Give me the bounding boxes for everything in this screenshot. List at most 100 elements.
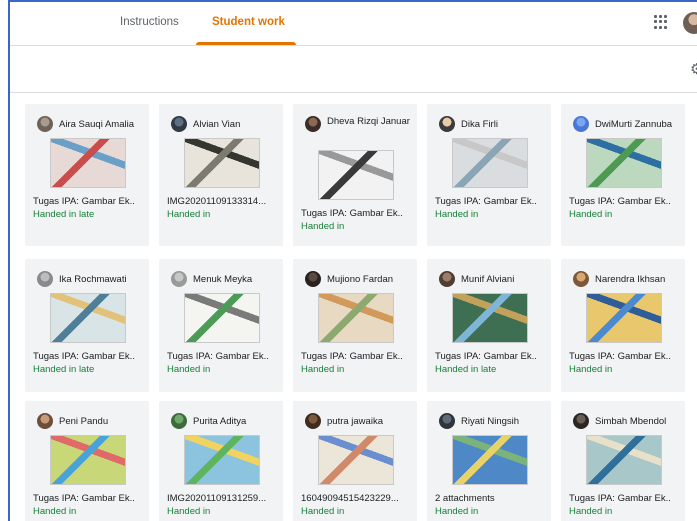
- student-name: Mujiono Fardan: [327, 274, 394, 285]
- student-card[interactable]: Aira Sauqi Amalia Tugas IPA: Gambar Ek.. H…: [25, 104, 149, 246]
- student-name: Simbah Mbendol: [595, 416, 667, 427]
- attachment-file-name[interactable]: 16049094515423229...: [301, 493, 413, 504]
- student-card[interactable]: DwiMurti Zannuba Tugas IPA: Gambar Ek.. Ha…: [561, 104, 685, 246]
- attachment-thumbnail[interactable]: [586, 138, 662, 188]
- student-avatar: [171, 413, 187, 429]
- student-avatar: [305, 413, 321, 429]
- student-name: Menuk Meyka: [193, 274, 253, 285]
- student-card[interactable]: Dheva Rizqi Januar Tugas IPA: Gambar Ek..…: [293, 104, 417, 246]
- student-name: Riyati Ningsih: [461, 416, 520, 427]
- attachment-thumbnail[interactable]: [318, 293, 394, 343]
- student-avatar: [37, 116, 53, 132]
- student-avatar: [439, 116, 455, 132]
- submission-status: Handed in: [167, 209, 211, 220]
- student-name: Purita Aditya: [193, 416, 247, 427]
- student-avatar: [37, 271, 53, 287]
- submission-status: Handed in late: [33, 364, 95, 375]
- student-avatar: [439, 271, 455, 287]
- account-avatar[interactable]: [683, 12, 697, 34]
- student-avatar: [37, 413, 53, 429]
- attachment-thumbnail[interactable]: [184, 435, 260, 485]
- submission-status: Handed in: [569, 506, 613, 517]
- submission-status: Handed in late: [33, 209, 95, 220]
- attachment-thumbnail[interactable]: [586, 435, 662, 485]
- attachment-thumbnail[interactable]: [452, 293, 528, 343]
- student-card[interactable]: Dika Firli Tugas IPA: Gambar Ek.. Handed i…: [427, 104, 551, 246]
- attachment-file-name[interactable]: IMG20201109133314...: [167, 196, 279, 207]
- submission-status: Handed in: [301, 364, 345, 375]
- submission-status: Handed in late: [435, 364, 497, 375]
- student-card[interactable]: Simbah Mbendol Tugas IPA: Gambar Ek.. Hand…: [561, 401, 685, 521]
- attachment-file-name[interactable]: Tugas IPA: Gambar Ek..: [33, 196, 145, 207]
- attachment-thumbnail[interactable]: [50, 138, 126, 188]
- gear-icon[interactable]: ⚙: [690, 60, 697, 78]
- attachment-thumbnail[interactable]: [184, 293, 260, 343]
- student-avatar: [573, 413, 589, 429]
- attachment-thumbnail[interactable]: [586, 293, 662, 343]
- student-card[interactable]: Munif Alviani Tugas IPA: Gambar Ek.. Hande…: [427, 259, 551, 392]
- submission-status: Handed in: [435, 506, 479, 517]
- student-avatar: [171, 116, 187, 132]
- classroom-window: Instructions Student work ⚙ Aira Sauqi A…: [8, 0, 697, 521]
- student-name: Alvian Vian: [193, 119, 241, 130]
- attachment-thumbnail[interactable]: [50, 435, 126, 485]
- attachment-file-name[interactable]: Tugas IPA: Gambar Ek..: [435, 351, 547, 362]
- attachment-file-name[interactable]: Tugas IPA: Gambar Ek..: [33, 351, 145, 362]
- active-tab-indicator: [196, 42, 296, 45]
- attachment-file-name[interactable]: Tugas IPA: Gambar Ek..: [569, 493, 681, 504]
- student-name: Aira Sauqi Amalia: [59, 119, 134, 130]
- student-name: Peni Pandu: [59, 416, 109, 427]
- student-name: Ika Rochmawati: [59, 274, 127, 285]
- attachment-file-name[interactable]: Tugas IPA: Gambar Ek..: [569, 351, 681, 362]
- student-name: Dheva Rizqi Januar: [327, 116, 410, 127]
- attachment-thumbnail[interactable]: [452, 435, 528, 485]
- attachment-file-name[interactable]: 2 attachments: [435, 493, 547, 504]
- student-name: Munif Alviani: [461, 274, 515, 285]
- tab-instructions[interactable]: Instructions: [120, 16, 179, 28]
- student-card[interactable]: Riyati Ningsih 2 attachments Handed in: [427, 401, 551, 521]
- attachment-thumbnail[interactable]: [318, 435, 394, 485]
- student-card[interactable]: putra jawaika 16049094515423229... Handed …: [293, 401, 417, 521]
- attachment-file-name[interactable]: Tugas IPA: Gambar Ek..: [435, 196, 547, 207]
- tab-student-work[interactable]: Student work: [212, 16, 285, 28]
- student-avatar: [305, 116, 321, 132]
- student-card[interactable]: Purita Aditya IMG20201109131259... Handed …: [159, 401, 283, 521]
- submission-status: Handed in: [435, 209, 479, 220]
- submission-status: Handed in: [301, 221, 345, 232]
- student-card[interactable]: Alvian Vian IMG20201109133314... Handed in: [159, 104, 283, 246]
- attachment-file-name[interactable]: Tugas IPA: Gambar Ek..: [301, 208, 413, 219]
- student-card[interactable]: Menuk Meyka Tugas IPA: Gambar Ek.. Handed …: [159, 259, 283, 392]
- attachment-file-name[interactable]: Tugas IPA: Gambar Ek..: [301, 351, 413, 362]
- attachment-thumbnail[interactable]: [50, 293, 126, 343]
- submission-status: Handed in: [167, 506, 211, 517]
- student-name: Narendra Ikhsan: [595, 274, 666, 285]
- attachment-thumbnail[interactable]: [318, 150, 394, 200]
- student-avatar: [573, 271, 589, 287]
- student-avatar: [305, 271, 321, 287]
- submission-status: Handed in: [167, 364, 211, 375]
- student-card[interactable]: Narendra Ikhsan Tugas IPA: Gambar Ek.. Han…: [561, 259, 685, 392]
- submission-status: Handed in: [301, 506, 345, 517]
- attachment-file-name[interactable]: Tugas IPA: Gambar Ek..: [167, 351, 279, 362]
- student-avatar: [573, 116, 589, 132]
- attachment-file-name[interactable]: IMG20201109131259...: [167, 493, 279, 504]
- student-avatar: [171, 271, 187, 287]
- student-name: putra jawaika: [327, 416, 383, 427]
- attachment-file-name[interactable]: Tugas IPA: Gambar Ek..: [33, 493, 145, 504]
- toolbar: ⚙: [10, 47, 697, 93]
- attachment-thumbnail[interactable]: [184, 138, 260, 188]
- student-card[interactable]: Mujiono Fardan Tugas IPA: Gambar Ek.. Hand…: [293, 259, 417, 392]
- student-name: DwiMurti Zannuba: [595, 119, 673, 130]
- student-work-grid: Aira Sauqi Amalia Tugas IPA: Gambar Ek.. H…: [10, 94, 697, 521]
- student-name: Dika Firli: [461, 119, 498, 130]
- top-bar: Instructions Student work: [10, 2, 697, 46]
- student-avatar: [439, 413, 455, 429]
- student-card[interactable]: Ika Rochmawati Tugas IPA: Gambar Ek.. Hand…: [25, 259, 149, 392]
- submission-status: Handed in: [569, 364, 613, 375]
- attachment-thumbnail[interactable]: [452, 138, 528, 188]
- apps-grid-icon[interactable]: [654, 15, 668, 29]
- attachment-file-name[interactable]: Tugas IPA: Gambar Ek..: [569, 196, 681, 207]
- student-card[interactable]: Peni Pandu Tugas IPA: Gambar Ek.. Handed i…: [25, 401, 149, 521]
- submission-status: Handed in: [33, 506, 77, 517]
- submission-status: Handed in: [569, 209, 613, 220]
